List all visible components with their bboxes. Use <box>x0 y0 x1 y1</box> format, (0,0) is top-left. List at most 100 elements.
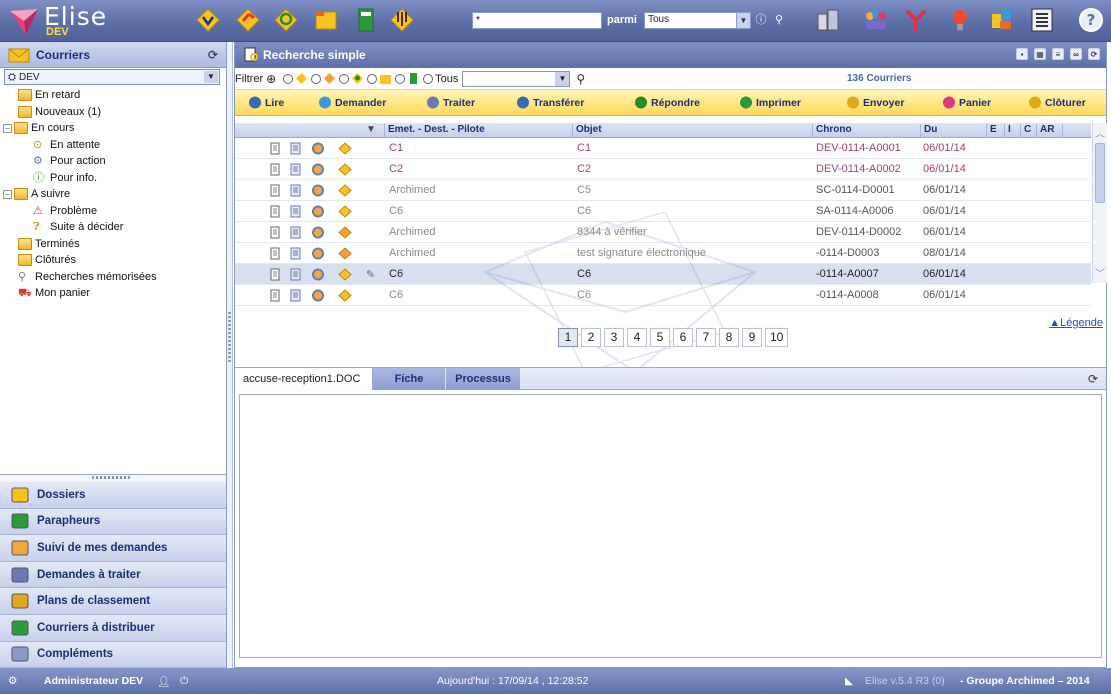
print-button[interactable]: Imprimer <box>738 95 801 110</box>
module-3[interactable]: Suivi de mes demandes <box>0 535 226 562</box>
record-icon[interactable] <box>290 142 301 155</box>
alerts-button[interactable] <box>944 4 976 36</box>
tree-item[interactable]: ⚙ Pour action <box>0 153 226 170</box>
scroll-down-icon[interactable]: ﹀ <box>1095 265 1105 280</box>
document-icon[interactable] <box>270 163 281 176</box>
record-icon[interactable] <box>290 205 301 218</box>
column-header[interactable]: Du <box>920 124 937 137</box>
column-header[interactable]: I <box>1004 124 1011 137</box>
filter-radio-incoming[interactable] <box>283 73 294 84</box>
parapheur-button[interactable] <box>350 4 382 36</box>
process-icon[interactable] <box>311 163 325 176</box>
process-icon[interactable] <box>311 184 325 197</box>
outgoing-mail-button[interactable] <box>232 4 264 36</box>
courriers-header[interactable]: Courriers ⟳ <box>0 42 226 68</box>
page-8[interactable]: 8 <box>719 328 739 347</box>
list-icon[interactable]: ≡ <box>1052 48 1064 60</box>
scroll-up-icon[interactable]: ︿ <box>1095 125 1105 140</box>
folders-button[interactable] <box>310 4 342 36</box>
calendar-icon[interactable]: ▦ <box>1034 48 1046 60</box>
table-row[interactable]: C1 C1 DEV-0114-A0001 06/01/14 <box>235 138 1091 159</box>
refresh-icon[interactable]: ⟳ <box>1088 48 1100 60</box>
record-icon[interactable] <box>290 247 301 260</box>
document-viewer[interactable] <box>239 394 1102 658</box>
directory-button[interactable] <box>812 4 844 36</box>
tab-fiche[interactable]: Fiche <box>373 368 445 390</box>
users-button[interactable] <box>860 4 892 36</box>
incoming-mail-button[interactable] <box>192 4 224 36</box>
binoculars-icon[interactable]: ⚲ <box>770 13 788 27</box>
document-icon[interactable] <box>270 142 281 155</box>
page-4[interactable]: 4 <box>627 328 647 347</box>
legend-link[interactable]: ▲Légende <box>1049 317 1103 329</box>
filter-radio-folder[interactable] <box>367 73 378 84</box>
tree-item[interactable]: ⚲ Recherches mémorisées <box>0 269 226 286</box>
filter-radio-internal[interactable] <box>339 73 350 84</box>
help-button[interactable]: ? <box>1075 4 1107 36</box>
record-icon[interactable] <box>290 163 301 176</box>
page-5[interactable]: 5 <box>650 328 670 347</box>
process-button[interactable]: Traiter <box>425 95 475 110</box>
tree-item[interactable]: Nouveaux (1) <box>0 104 226 121</box>
settings-panel-button[interactable] <box>1026 4 1058 36</box>
table-row[interactable]: Archimed C5 SC-0114-D0001 06/01/14 <box>235 180 1091 201</box>
record-icon[interactable] <box>290 268 301 281</box>
tree-item[interactable]: ⓘ Pour info. <box>0 170 226 187</box>
link-icon[interactable]: ∞ <box>1070 48 1082 60</box>
tree-item[interactable]: − En cours <box>0 120 226 137</box>
info-icon[interactable]: ⓘ <box>754 13 768 27</box>
module-1[interactable]: Dossiers <box>0 482 226 509</box>
process-icon[interactable] <box>311 268 325 281</box>
column-header[interactable]: Objet <box>572 124 602 137</box>
filter-radio-outgoing[interactable] <box>311 73 322 84</box>
admin-button[interactable] <box>986 4 1018 36</box>
process-icon[interactable] <box>311 289 325 302</box>
page-10[interactable]: 10 <box>765 328 789 347</box>
tree-item[interactable]: Clôturés <box>0 252 226 269</box>
page-1[interactable]: 1 <box>558 328 578 347</box>
tab-document[interactable]: accuse-reception1.DOC <box>235 368 373 390</box>
module-2[interactable]: Parapheurs <box>0 508 226 536</box>
module-7[interactable]: Compléments <box>0 641 226 669</box>
search-scope-select[interactable]: Tous ▼ <box>644 12 751 29</box>
tree-item[interactable]: − A suivre <box>0 186 226 203</box>
collapse-icon[interactable]: − <box>3 123 12 133</box>
vertical-splitter[interactable] <box>227 42 233 668</box>
module-6[interactable]: Courriers à distribuer <box>0 614 226 642</box>
tree-item[interactable]: ⚠ Problème <box>0 203 226 220</box>
filter-radio-parapheur[interactable] <box>395 73 406 84</box>
document-icon[interactable] <box>270 184 281 197</box>
table-scrollbar[interactable]: ︿ ﹀ <box>1092 123 1107 283</box>
environment-select[interactable]: ⛭ DEV ▼ <box>4 69 220 85</box>
user-icon[interactable]: 👤︎ <box>157 675 170 688</box>
add-filter-icon[interactable]: ⊕ <box>266 72 276 86</box>
tab-processus[interactable]: Processus <box>446 368 520 390</box>
page-7[interactable]: 7 <box>696 328 716 347</box>
document-icon[interactable] <box>270 289 281 302</box>
column-header[interactable]: Chrono <box>812 124 852 137</box>
record-icon[interactable] <box>290 226 301 239</box>
collapse-icon[interactable]: − <box>3 189 12 199</box>
column-header[interactable]: C <box>1020 124 1031 137</box>
document-icon[interactable] <box>270 205 281 218</box>
document-icon[interactable] <box>270 226 281 239</box>
left-splitter[interactable] <box>0 474 226 482</box>
page-6[interactable]: 6 <box>673 328 693 347</box>
module-5[interactable]: Plans de classement <box>0 588 226 615</box>
table-row[interactable]: C2 C2 DEV-0114-A0002 06/01/14 <box>235 159 1091 180</box>
internal-mail-button[interactable] <box>270 4 302 36</box>
transfer-button[interactable]: Transférer <box>515 95 584 110</box>
sort-icon[interactable]: ▼ <box>363 124 376 137</box>
search-input[interactable] <box>472 12 602 29</box>
document-icon[interactable] <box>270 268 281 281</box>
scroll-thumb[interactable] <box>1095 143 1105 203</box>
send-button[interactable]: Envoyer <box>845 95 904 110</box>
refresh-icon[interactable]: ⟳ <box>208 48 218 62</box>
close-button[interactable]: Clôturer <box>1027 95 1086 110</box>
tree-item[interactable]: ⛟ Mon panier <box>0 285 226 302</box>
module-4[interactable]: Demandes à traiter <box>0 561 226 589</box>
column-header[interactable]: E <box>986 124 997 137</box>
power-icon[interactable]: ⏻ <box>180 675 188 688</box>
document-icon[interactable] <box>270 247 281 260</box>
tree-item[interactable]: En retard <box>0 87 226 104</box>
